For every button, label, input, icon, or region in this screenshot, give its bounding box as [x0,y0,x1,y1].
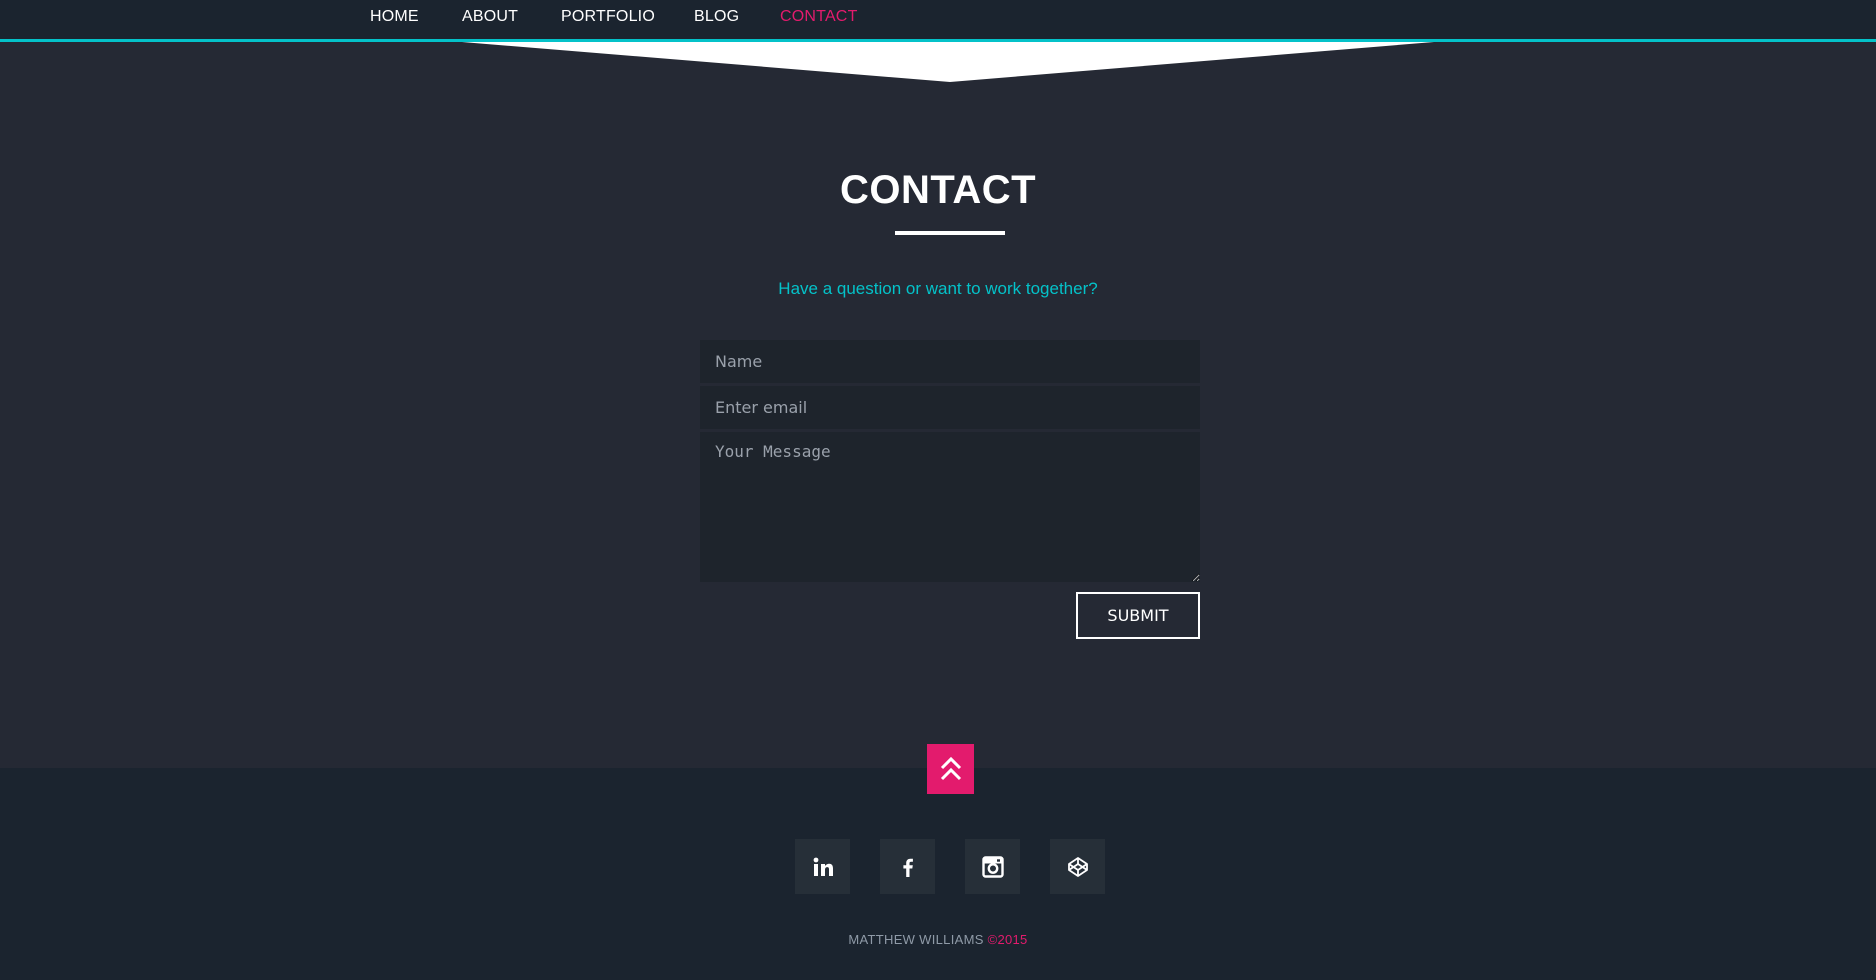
instagram-icon [981,855,1004,878]
name-field[interactable] [700,340,1200,383]
nav-item-about[interactable]: ABOUT [462,8,518,26]
title-underline [895,231,1005,235]
nav-item-portfolio[interactable]: PORTFOLIO [561,8,655,26]
codepen-icon [1067,856,1088,877]
social-linkedin-button[interactable] [795,839,850,894]
footer-credit: MATTHEW WILLIAMS ©2015 [0,932,1876,947]
double-chevron-up-icon [940,756,961,781]
back-to-top-button[interactable] [927,744,974,794]
linkedin-icon [813,857,833,876]
facebook-icon [902,858,913,877]
submit-button[interactable]: SUBMIT [1076,592,1200,639]
credit-year: ©2015 [987,932,1028,947]
social-codepen-button[interactable] [1050,839,1105,894]
social-instagram-button[interactable] [965,839,1020,894]
footer [0,768,1876,980]
credit-name: MATTHEW WILLIAMS [848,932,988,947]
social-facebook-button[interactable] [880,839,935,894]
nav-item-home[interactable]: HOME [370,8,419,26]
top-navigation: HOME ABOUT PORTFOLIO BLOG CONTACT [0,0,1876,42]
message-field[interactable] [700,432,1200,582]
nav-item-blog[interactable]: BLOG [694,8,739,26]
nav-item-contact[interactable]: CONTACT [780,8,858,26]
section-subtitle: Have a question or want to work together… [778,279,1098,298]
section-chevron-divider [462,42,1434,82]
section-title: CONTACT [839,168,1037,212]
email-field[interactable] [700,386,1200,429]
